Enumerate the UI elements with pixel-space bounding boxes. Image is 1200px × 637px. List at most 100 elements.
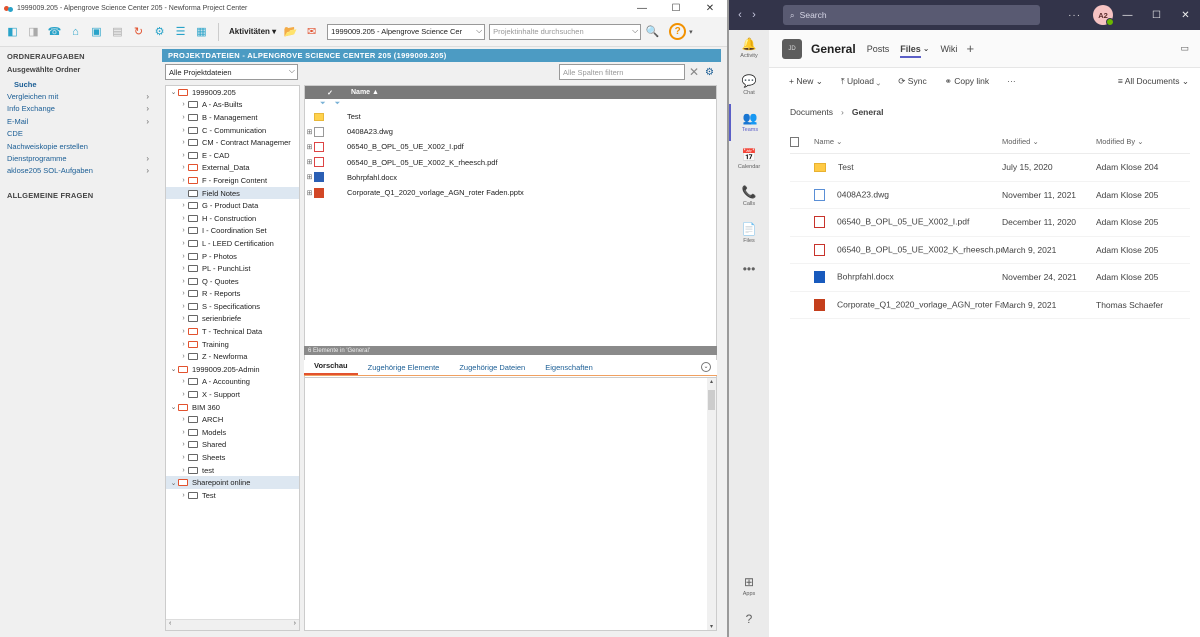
clear-filter-icon[interactable]: ✕ bbox=[689, 65, 699, 79]
tree-node[interactable]: › E - CAD bbox=[166, 149, 299, 162]
expand-icon[interactable]: ⊞ bbox=[305, 173, 314, 181]
preview-vertical-scrollbar[interactable]: ▴ ▾ bbox=[707, 378, 716, 630]
breadcrumb-documents[interactable]: Documents bbox=[790, 107, 833, 117]
rail-item[interactable]: 📄 Files bbox=[729, 215, 769, 252]
file-row[interactable]: 06540_B_OPL_05_UE_X002_I.pdf December 11,… bbox=[790, 209, 1190, 237]
expand-chevron-icon[interactable]: › bbox=[179, 152, 188, 159]
scroll-right-icon[interactable]: › bbox=[294, 620, 296, 630]
expand-chevron-icon[interactable]: › bbox=[179, 441, 188, 448]
print-icon[interactable]: ▤ bbox=[109, 23, 126, 40]
expand-icon[interactable]: ⊞ bbox=[305, 158, 314, 166]
search-icon[interactable]: 🔍 bbox=[644, 23, 661, 40]
expand-chevron-icon[interactable]: › bbox=[179, 227, 188, 234]
detail-tab[interactable]: Zugehörige Dateien bbox=[449, 363, 535, 375]
expand-icon[interactable]: ⊞ bbox=[305, 128, 314, 136]
refresh-icon[interactable]: ↻ bbox=[130, 23, 147, 40]
expand-chevron-icon[interactable]: › bbox=[179, 265, 188, 272]
tree-node[interactable]: › External_Data bbox=[166, 162, 299, 175]
tab-wiki[interactable]: Wiki bbox=[940, 44, 957, 54]
maximize-button[interactable]: ☐ bbox=[659, 3, 693, 14]
tree-node[interactable]: › T - Technical Data bbox=[166, 325, 299, 338]
file-row[interactable]: Bohrpfahl.docx November 24, 2021 Adam Klos… bbox=[790, 264, 1190, 292]
project-search-input[interactable]: Projektinhalte durchsuchen ⌵ bbox=[489, 23, 642, 40]
column-filter-input[interactable]: Alle Spalten filtern bbox=[558, 64, 685, 80]
modified-by-column-header[interactable]: Modified By ⌄ bbox=[1096, 137, 1176, 146]
filter-settings-icon[interactable]: ⚙ bbox=[705, 67, 714, 78]
rail-item[interactable]: 👥 Teams bbox=[729, 104, 769, 141]
scrollbar-thumb[interactable] bbox=[708, 390, 715, 410]
expand-chevron-icon[interactable]: › bbox=[179, 164, 188, 171]
scroll-left-icon[interactable]: ‹ bbox=[169, 620, 171, 630]
expand-chevron-icon[interactable]: › bbox=[179, 215, 188, 222]
expand-chevron-icon[interactable]: › bbox=[179, 139, 188, 146]
expand-chevron-icon[interactable]: ⌄ bbox=[169, 88, 178, 96]
filter-icon[interactable]: ⏷ bbox=[320, 100, 326, 108]
file-name-cell[interactable]: 06540_B_OPL_05_UE_X002_K_rheesch.pdf bbox=[814, 243, 1002, 256]
expand-chevron-icon[interactable]: › bbox=[179, 378, 188, 385]
file-row[interactable]: ⊞ Bohrpfahl.docx bbox=[305, 170, 716, 185]
expand-chevron-icon[interactable]: › bbox=[179, 328, 188, 335]
file-row[interactable]: ⊞ 0408A23.dwg bbox=[305, 124, 716, 139]
tree-node[interactable]: › C - Communication bbox=[166, 124, 299, 137]
detail-tab[interactable]: Eigenschaften bbox=[535, 363, 603, 375]
expand-chevron-icon[interactable]: › bbox=[179, 416, 188, 423]
nav-item[interactable]: Nachweiskopie erstellen bbox=[7, 140, 153, 152]
tree-node[interactable]: ⌄ Sharepoint online bbox=[166, 476, 299, 489]
meet-icon[interactable]: ▭ bbox=[1180, 43, 1189, 54]
minimize-button[interactable]: — bbox=[1113, 10, 1142, 21]
expand-chevron-icon[interactable]: › bbox=[179, 290, 188, 297]
close-button[interactable]: ✕ bbox=[1171, 10, 1200, 21]
expand-chevron-icon[interactable]: › bbox=[179, 454, 188, 461]
tree-node[interactable]: › Shared bbox=[166, 439, 299, 452]
expand-chevron-icon[interactable]: › bbox=[179, 202, 188, 209]
tree-node[interactable]: › A - Accounting bbox=[166, 376, 299, 389]
rail-item[interactable]: ⊞ Apps bbox=[729, 569, 769, 603]
tree-node[interactable]: ⌄ BIM 360 bbox=[166, 401, 299, 414]
expand-chevron-icon[interactable]: › bbox=[179, 391, 188, 398]
nav-item[interactable]: Vergleichen mit › bbox=[7, 90, 153, 102]
view-selector[interactable]: ≡ All Documents ⌄ bbox=[1118, 76, 1189, 87]
settings-icon[interactable]: ⚙ bbox=[151, 23, 168, 40]
project-selector[interactable]: 1999009.205 - Alpengrove Science Cer ⌵ bbox=[327, 23, 486, 40]
expand-chevron-icon[interactable]: › bbox=[179, 101, 188, 108]
select-all-checkbox[interactable]: ✓ bbox=[305, 89, 333, 97]
expand-chevron-icon[interactable]: ⌄ bbox=[169, 365, 178, 373]
minimize-button[interactable]: — bbox=[625, 3, 659, 14]
nav-item[interactable]: aklose205 SOL-Aufgaben › bbox=[7, 165, 153, 177]
tree-node[interactable]: › Sheets bbox=[166, 451, 299, 464]
tree-node[interactable]: › PL - PunchList bbox=[166, 262, 299, 275]
tree-node[interactable]: › Z - Newforma bbox=[166, 350, 299, 363]
maximize-button[interactable]: ☐ bbox=[1142, 10, 1171, 21]
tree-node[interactable]: › Models bbox=[166, 426, 299, 439]
tree-node[interactable]: › A - As-Builts bbox=[166, 99, 299, 112]
tab-files[interactable]: Files bbox=[900, 44, 921, 58]
expand-chevron-icon[interactable]: › bbox=[179, 253, 188, 260]
expand-chevron-icon[interactable]: › bbox=[179, 467, 188, 474]
transmittal-icon[interactable]: ▣ bbox=[88, 23, 105, 40]
tree-node[interactable]: › Test bbox=[166, 489, 299, 502]
more-commands-button[interactable]: ··· bbox=[1007, 76, 1016, 86]
calendar-icon[interactable]: ▦ bbox=[193, 23, 210, 40]
modified-column-header[interactable]: Modified ⌄ bbox=[1002, 137, 1096, 146]
tree-node[interactable]: › Q - Quotes bbox=[166, 275, 299, 288]
copy-link-button[interactable]: ⚭ Copy link bbox=[945, 76, 989, 87]
sync-button[interactable]: ⟳ Sync bbox=[898, 76, 926, 87]
teams-search-input[interactable]: ⌕ Search bbox=[782, 5, 1041, 25]
expand-chevron-icon[interactable]: › bbox=[179, 114, 188, 121]
rail-item[interactable]: 📞 Calls bbox=[729, 178, 769, 215]
tab-posts[interactable]: Posts bbox=[867, 44, 890, 54]
file-name-cell[interactable]: Bohrpfahl.docx bbox=[814, 271, 1002, 284]
more-options-icon[interactable]: ··· bbox=[1068, 10, 1081, 21]
home-icon[interactable]: ⌂ bbox=[67, 23, 84, 40]
rail-item[interactable]: 💬 Chat bbox=[729, 67, 769, 104]
expand-chevron-icon[interactable]: › bbox=[179, 240, 188, 247]
nav-item[interactable]: E-Mail › bbox=[7, 115, 153, 127]
tree-node[interactable]: › X - Support bbox=[166, 388, 299, 401]
tree-node[interactable]: › B - Management bbox=[166, 111, 299, 124]
forward-icon[interactable]: ◨ bbox=[25, 23, 42, 40]
expand-chevron-icon[interactable]: › bbox=[179, 353, 188, 360]
file-row[interactable]: ⊞ 06540_B_OPL_05_UE_X002_I.pdf bbox=[305, 139, 716, 154]
help-dropdown-icon[interactable]: ▾ bbox=[689, 28, 693, 36]
tree-node[interactable]: ⌄ 1999009.205-Admin bbox=[166, 363, 299, 376]
expand-chevron-icon[interactable]: ⌄ bbox=[169, 479, 178, 487]
